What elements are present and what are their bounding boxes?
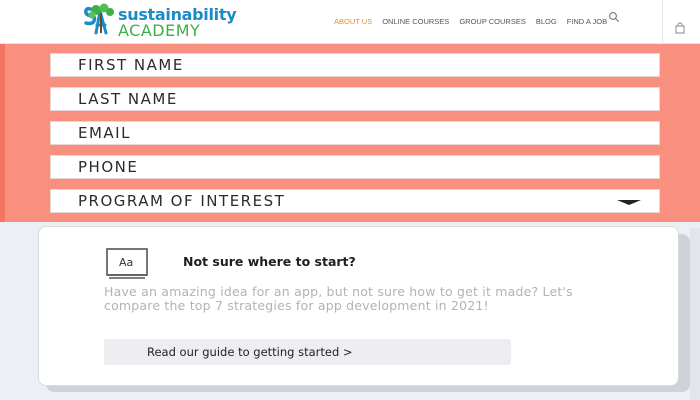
guide-card: Aa Not sure where to start? Have an amaz… (38, 226, 679, 386)
caret-down-icon (617, 200, 641, 205)
email-field[interactable]: EMAIL (50, 121, 660, 145)
site-header: sustainability ACADEMY ABOUT US ONLINE C… (0, 0, 700, 44)
card-title: Not sure where to start? (183, 254, 356, 269)
book-icon-text: Aa (119, 256, 133, 269)
search-icon[interactable] (608, 11, 620, 23)
nav-group-courses[interactable]: GROUP COURSES (459, 17, 526, 26)
page-edge (690, 228, 700, 400)
first-name-placeholder: FIRST NAME (78, 56, 184, 74)
form-band-edge (0, 44, 5, 222)
read-guide-button[interactable]: Read our guide to getting started > (104, 339, 511, 365)
nav-find-a-job[interactable]: FIND A JOB (567, 17, 607, 26)
book-icon: Aa (106, 248, 148, 279)
card-body-text: Have an amazing idea for an app, but not… (104, 284, 573, 313)
program-placeholder: PROGRAM OF INTEREST (78, 192, 286, 210)
program-of-interest-select[interactable]: PROGRAM OF INTEREST (50, 189, 660, 213)
email-placeholder: EMAIL (78, 124, 131, 142)
main-nav: ABOUT US ONLINE COURSES GROUP COURSES BL… (334, 13, 617, 29)
nav-blog[interactable]: BLOG (536, 17, 557, 26)
last-name-placeholder: LAST NAME (78, 90, 178, 108)
header-divider (662, 0, 663, 44)
phone-placeholder: PHONE (78, 158, 139, 176)
nav-about-us[interactable]: ABOUT US (334, 17, 372, 26)
last-name-field[interactable]: LAST NAME (50, 87, 660, 111)
site-logo[interactable]: sustainability ACADEMY (84, 3, 237, 40)
tree-logo-icon (84, 3, 114, 35)
phone-field[interactable]: PHONE (50, 155, 660, 179)
shopping-bag-icon[interactable] (674, 22, 686, 34)
read-guide-button-label: Read our guide to getting started > (147, 345, 353, 359)
first-name-field[interactable]: FIRST NAME (50, 53, 660, 77)
nav-online-courses[interactable]: ONLINE COURSES (382, 17, 449, 26)
logo-text-bottom: ACADEMY (118, 21, 201, 40)
